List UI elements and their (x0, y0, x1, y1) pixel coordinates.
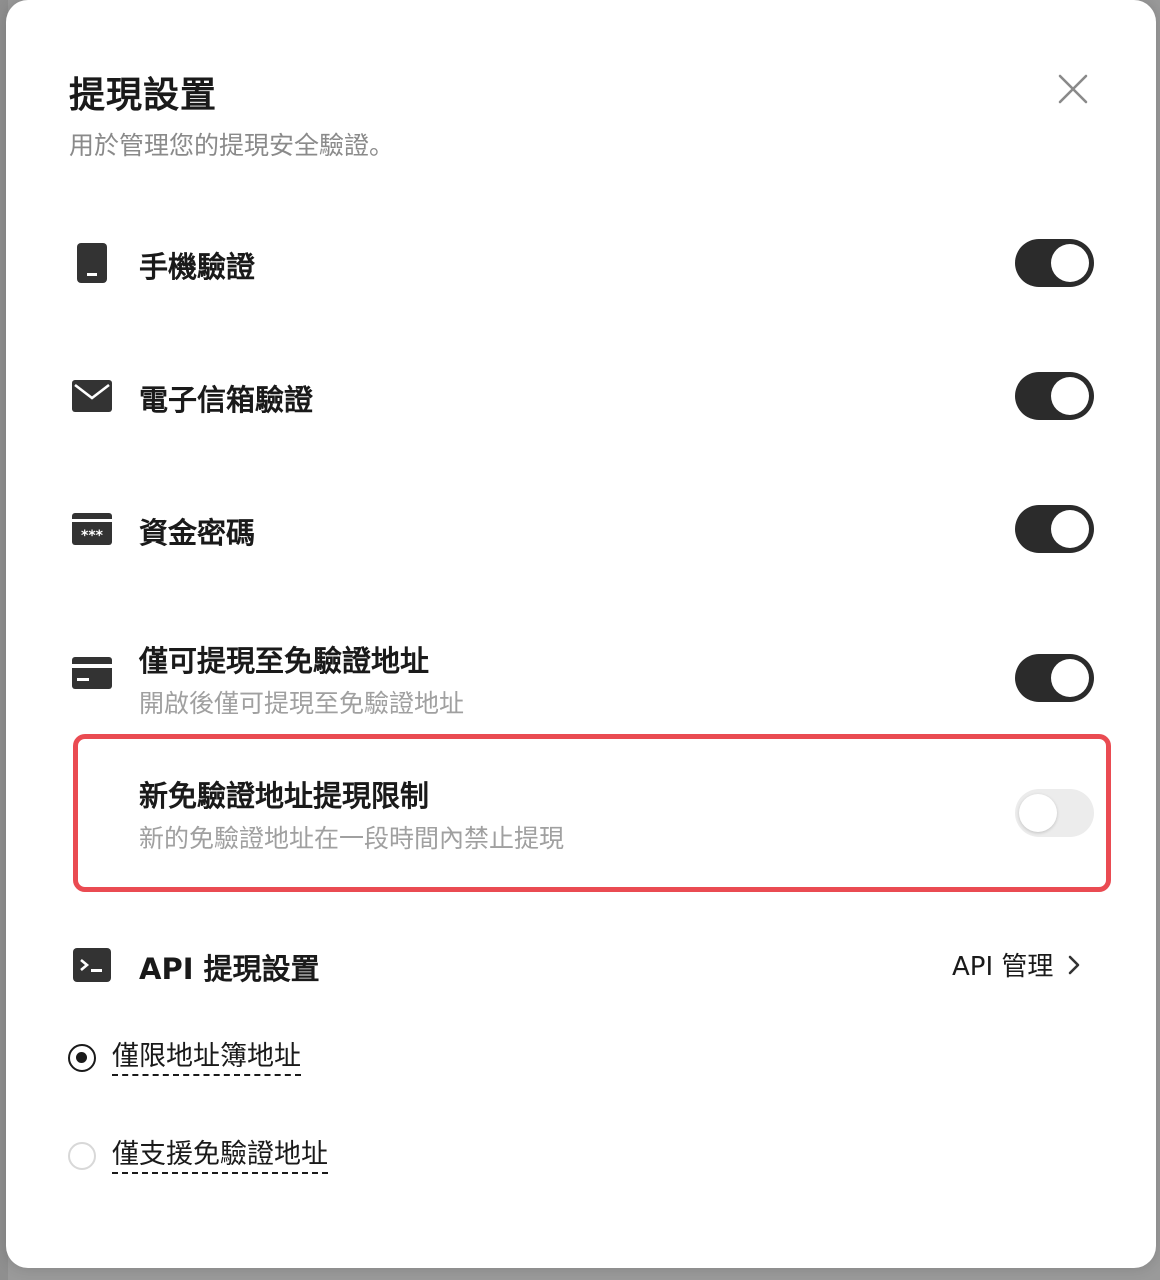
radio-option-address-book[interactable]: 僅限地址簿地址 (68, 1040, 301, 1076)
setting-row-email: 電子信箱驗證 (69, 371, 1094, 421)
dialog-subtitle: 用於管理您的提現安全驗證。 (69, 131, 395, 160)
setting-row-phone: 手機驗證 (69, 238, 1094, 288)
radio-option-whitelist[interactable]: 僅支援免驗證地址 (68, 1138, 328, 1174)
fund-password-icon: *** (69, 506, 115, 552)
radio-label: 僅限地址簿地址 (112, 1040, 301, 1076)
api-management-label: API 管理 (952, 952, 1054, 982)
card-icon (69, 650, 115, 696)
setting-label: API 提現設置 (139, 952, 320, 986)
chevron-right-icon (1069, 955, 1080, 974)
api-management-link[interactable]: API 管理 (952, 946, 1081, 983)
setting-row-fund-password: *** 資金密碼 (69, 504, 1094, 554)
phone-icon (69, 240, 115, 286)
email-verification-toggle[interactable] (1015, 372, 1094, 420)
whitelist-only-toggle[interactable] (1015, 654, 1094, 702)
radio-label: 僅支援免驗證地址 (112, 1138, 328, 1174)
setting-label: 電子信箱驗證 (139, 383, 314, 417)
close-icon (1058, 74, 1088, 104)
email-icon (69, 373, 115, 419)
dialog-title: 提現設置 (69, 75, 218, 116)
terminal-icon (69, 942, 115, 988)
phone-verification-toggle[interactable] (1015, 239, 1094, 287)
radio-button[interactable] (68, 1044, 96, 1072)
setting-label: 手機驗證 (139, 250, 256, 284)
setting-label: 新免驗證地址提現限制 (139, 779, 430, 813)
setting-description: 開啟後僅可提現至免驗證地址 (139, 689, 465, 718)
setting-label: 僅可提現至免驗證地址 (139, 644, 430, 678)
setting-description: 新的免驗證地址在一段時間內禁止提現 (139, 824, 565, 853)
setting-row-whitelist-only: 僅可提現至免驗證地址 開啟後僅可提現至免驗證地址 (69, 638, 1094, 722)
svg-text:***: *** (81, 528, 104, 544)
withdrawal-settings-dialog: 提現設置 用於管理您的提現安全驗證。 手機驗證 電子信箱驗證 *** 資金密碼 … (6, 0, 1156, 1268)
radio-button[interactable] (68, 1142, 96, 1170)
close-button[interactable] (1054, 70, 1092, 108)
setting-label: 資金密碼 (139, 516, 256, 550)
setting-row-new-address-restriction: 新免驗證地址提現限制 新的免驗證地址在一段時間內禁止提現 (69, 773, 1094, 857)
setting-row-api: API 提現設置 (69, 940, 1094, 990)
fund-password-toggle[interactable] (1015, 505, 1094, 553)
new-address-restriction-toggle[interactable] (1015, 789, 1094, 837)
